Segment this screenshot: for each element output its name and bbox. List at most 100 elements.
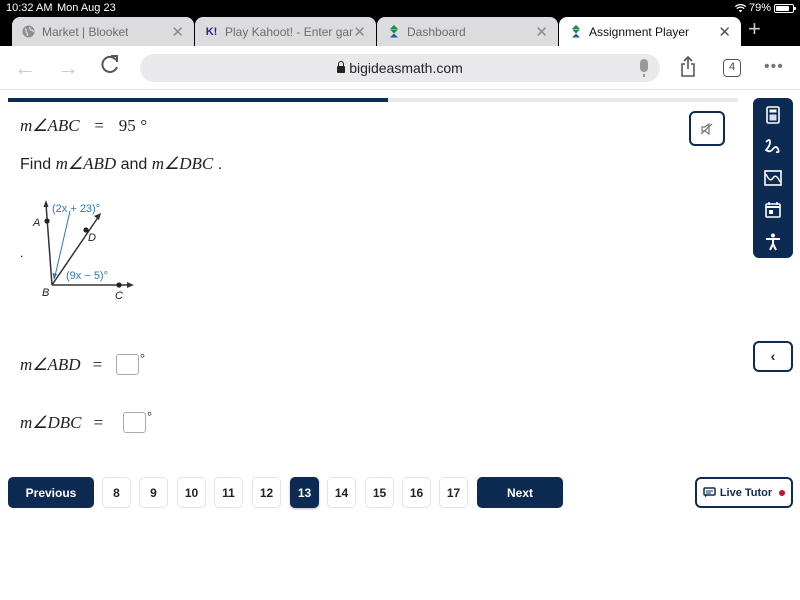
prompt-end: . xyxy=(217,156,223,173)
tab-label: Market | Blooket xyxy=(42,25,129,39)
battery-icon xyxy=(774,3,796,13)
side-toolbar xyxy=(753,98,793,258)
previous-button[interactable]: Previous xyxy=(8,477,94,508)
angle-diagram: A D B C (2x + 23)° (9x − 5)° xyxy=(32,200,134,302)
answer-row-dbc: m∠DBC = ° xyxy=(20,409,152,433)
reload-icon[interactable] xyxy=(100,53,120,81)
answer-equals: = xyxy=(92,354,103,374)
status-date: Mon Aug 23 xyxy=(57,2,116,14)
close-tab-icon[interactable]: ✕ xyxy=(171,23,184,41)
bigideas-icon xyxy=(387,25,400,38)
given-lhs: m∠ABC xyxy=(20,116,80,135)
speaker-muted-icon xyxy=(700,122,713,135)
tab-blooket[interactable]: Market | Blooket ✕ xyxy=(12,17,194,46)
answer-input-dbc[interactable] xyxy=(123,412,147,433)
bigideas-icon xyxy=(569,25,582,38)
given-unit: ° xyxy=(140,116,148,135)
tab-count-button[interactable]: 4 xyxy=(723,59,741,77)
wifi-icon xyxy=(734,3,746,12)
label-a: A xyxy=(32,217,40,229)
tab-assignment-player[interactable]: Assignment Player ✕ xyxy=(559,17,741,46)
prompt-find: Find xyxy=(20,156,52,173)
page-button-current[interactable]: 13 xyxy=(290,477,319,508)
given-equals: = xyxy=(94,116,104,135)
status-bar: 10:32 AM Mon Aug 23 79% xyxy=(0,0,800,16)
graph-icon[interactable] xyxy=(764,169,782,187)
question-prompt: Find m∠ABD and m∠DBC . xyxy=(20,154,222,174)
kahoot-icon: K! xyxy=(205,25,218,38)
given-value: 95 xyxy=(118,116,136,135)
page-button[interactable]: 10 xyxy=(177,477,206,508)
page-button[interactable]: 17 xyxy=(439,477,468,508)
answer-label-abd: m∠ABD xyxy=(20,354,81,374)
forward-arrow-icon[interactable]: → xyxy=(57,55,79,81)
page-button[interactable]: 9 xyxy=(139,477,168,508)
live-status-dot xyxy=(779,489,786,496)
page-button[interactable]: 15 xyxy=(365,477,394,508)
collapse-panel-button[interactable]: ‹ xyxy=(753,341,793,372)
degree-symbol: ° xyxy=(147,409,152,423)
tab-label: Play Kahoot! - Enter gam xyxy=(225,25,353,39)
calendar-icon[interactable] xyxy=(764,201,782,219)
share-icon[interactable] xyxy=(680,55,696,78)
page-button[interactable]: 16 xyxy=(402,477,431,508)
status-time: 10:32 AM xyxy=(6,2,53,14)
ray-ba-arrow xyxy=(43,200,49,207)
accessibility-icon[interactable] xyxy=(764,233,782,251)
ray-ba xyxy=(45,203,53,286)
page-button[interactable]: 8 xyxy=(102,477,131,508)
answer-input-abd[interactable] xyxy=(116,354,140,375)
pointer-line xyxy=(54,210,71,277)
address-bar[interactable]: bigideasmath.com xyxy=(140,54,660,82)
degree-symbol: ° xyxy=(140,351,145,365)
tab-dashboard[interactable]: Dashboard ✕ xyxy=(377,17,558,46)
chat-screen-icon xyxy=(703,487,716,498)
next-button[interactable]: Next xyxy=(477,477,563,508)
progress-fill xyxy=(8,98,388,102)
live-tutor-button[interactable]: Live Tutor xyxy=(695,477,793,508)
lock-icon xyxy=(337,61,346,73)
label-b: B xyxy=(42,287,49,299)
page-button[interactable]: 14 xyxy=(327,477,356,508)
expr-dbc: (9x − 5)° xyxy=(66,270,108,282)
point-a xyxy=(44,218,50,224)
ray-bc-arrow xyxy=(127,282,134,288)
mute-audio-button[interactable] xyxy=(689,111,725,146)
url-text: bigideasmath.com xyxy=(349,60,463,76)
status-right: 79% xyxy=(734,2,796,14)
new-tab-icon[interactable]: + xyxy=(748,16,761,42)
battery-percent: 79% xyxy=(748,2,771,14)
page-button[interactable]: 12 xyxy=(252,477,281,508)
more-options-icon[interactable]: ••• xyxy=(764,58,784,76)
tab-strip: Market | Blooket ✕ K! Play Kahoot! - Ent… xyxy=(0,16,800,46)
tab-label: Assignment Player xyxy=(589,25,690,39)
answer-label-dbc: m∠DBC xyxy=(20,412,82,432)
live-tutor-label: Live Tutor xyxy=(719,486,773,499)
assignment-progress-bar xyxy=(8,98,738,102)
stray-dot: . xyxy=(20,246,24,260)
microphone-icon[interactable] xyxy=(640,59,648,77)
prompt-and: and xyxy=(120,156,148,173)
point-c xyxy=(116,282,122,288)
prompt-angle-abd: m∠ABD xyxy=(55,154,117,173)
tab-label: Dashboard xyxy=(407,25,466,39)
browser-toolbar: ← → bigideasmath.com 4 ••• xyxy=(0,46,800,90)
globe-icon xyxy=(22,25,35,38)
back-arrow-icon[interactable]: ← xyxy=(14,55,36,81)
given-angle: m∠ABC = 95 ° xyxy=(20,116,147,136)
answer-equals: = xyxy=(93,412,104,432)
url-display: bigideasmath.com xyxy=(140,60,660,76)
label-d: D xyxy=(88,232,96,244)
label-c: C xyxy=(115,290,123,300)
close-tab-icon[interactable]: ✕ xyxy=(535,23,548,41)
expr-abd: (2x + 23)° xyxy=(52,203,100,215)
prompt-angle-dbc: m∠DBC xyxy=(151,154,214,173)
close-tab-icon[interactable]: ✕ xyxy=(353,23,366,41)
page-button[interactable]: 11 xyxy=(214,477,243,508)
angle-figure: A D B C (2x + 23)° (9x − 5)° xyxy=(28,196,138,302)
close-tab-icon[interactable]: ✕ xyxy=(718,23,731,41)
scribble-icon[interactable] xyxy=(764,137,782,155)
tab-kahoot[interactable]: K! Play Kahoot! - Enter gam ✕ xyxy=(195,17,376,46)
answer-row-abd: m∠ABD = ° xyxy=(20,351,145,375)
calculator-icon[interactable] xyxy=(764,106,782,124)
